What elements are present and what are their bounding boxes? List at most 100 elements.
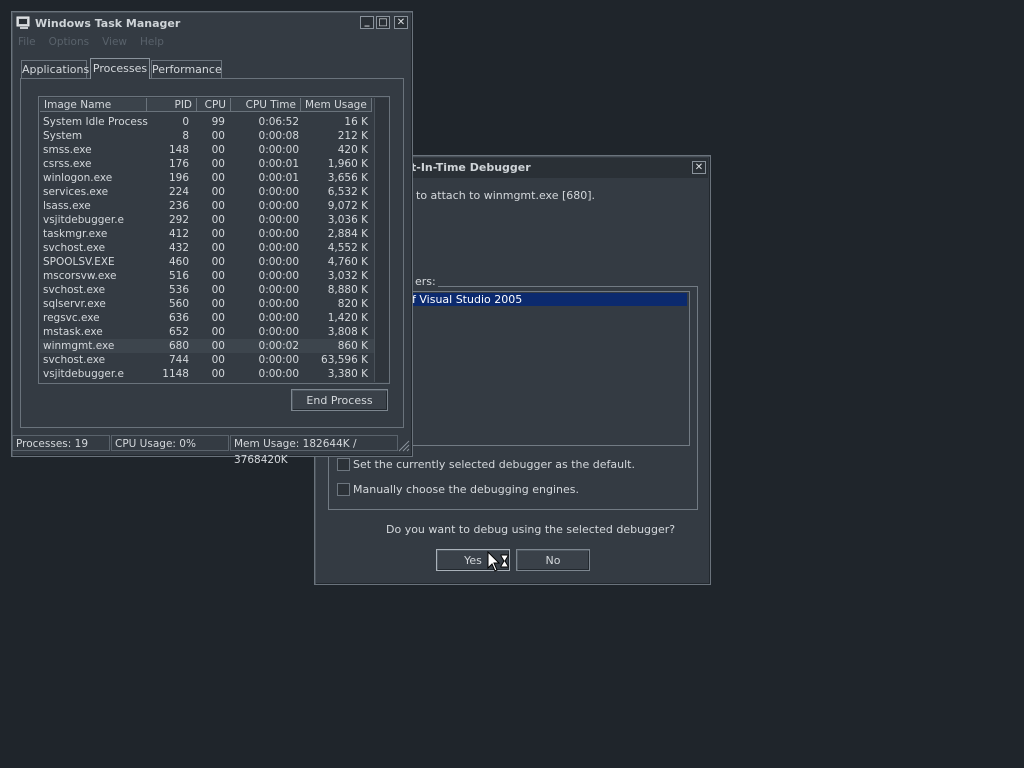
table-row[interactable]: taskmgr.exe 412 00 0:00:00 2,884 K bbox=[40, 227, 374, 241]
process-cpu: 00 bbox=[211, 284, 225, 296]
no-button[interactable]: No bbox=[516, 549, 590, 571]
size-grip-icon[interactable] bbox=[398, 440, 410, 452]
tab-applications-label: Applications bbox=[22, 63, 90, 76]
process-cpu-time: 0:00:00 bbox=[258, 326, 299, 338]
process-cpu: 00 bbox=[211, 368, 225, 380]
process-name: winmgmt.exe bbox=[43, 340, 115, 352]
process-pid: 176 bbox=[168, 158, 189, 170]
table-row[interactable]: lsass.exe 236 00 0:00:00 9,072 K bbox=[40, 199, 374, 213]
column-pid-label: PID bbox=[174, 99, 192, 111]
tab-performance-label: Performance bbox=[152, 63, 222, 76]
process-pid: 516 bbox=[168, 270, 189, 282]
table-row[interactable]: winmgmt.exe 680 00 0:00:02 860 K bbox=[40, 339, 374, 353]
process-pid: 8 bbox=[182, 130, 189, 142]
menu-options[interactable]: Options bbox=[49, 36, 90, 50]
tab-applications[interactable]: Applications bbox=[21, 60, 90, 78]
manual-engines-checkbox-label[interactable]: Manually choose the debugging engines. bbox=[353, 483, 579, 496]
table-row[interactable]: mscorsvw.exe 516 00 0:00:00 3,032 K bbox=[40, 269, 374, 283]
end-process-label: End Process bbox=[306, 393, 373, 407]
maximize-icon[interactable]: □ bbox=[376, 16, 390, 29]
process-list-scrollbar[interactable] bbox=[374, 98, 389, 382]
process-pid: 680 bbox=[168, 340, 189, 352]
process-cpu-time: 0:00:01 bbox=[258, 172, 299, 184]
process-name: lsass.exe bbox=[43, 200, 91, 212]
process-cpu: 00 bbox=[211, 312, 225, 324]
process-cpu: 00 bbox=[211, 340, 225, 352]
table-row[interactable]: svchost.exe 432 00 0:00:00 4,552 K bbox=[40, 241, 374, 255]
busy-cursor-icon bbox=[487, 551, 509, 572]
process-cpu-time: 0:00:00 bbox=[258, 284, 299, 296]
process-cpu: 00 bbox=[211, 256, 225, 268]
process-cpu-time: 0:00:08 bbox=[258, 130, 299, 142]
process-cpu: 00 bbox=[211, 144, 225, 156]
process-name: services.exe bbox=[43, 186, 109, 198]
process-pid: 224 bbox=[168, 186, 189, 198]
close-icon[interactable]: ✕ bbox=[692, 161, 706, 174]
table-row[interactable]: System 8 00 0:00:08 212 K bbox=[40, 129, 374, 143]
process-cpu-time: 0:00:00 bbox=[258, 354, 299, 366]
status-cpu-usage: CPU Usage: 0% bbox=[111, 435, 229, 451]
close-icon[interactable]: ✕ bbox=[394, 16, 408, 29]
manual-engines-checkbox[interactable] bbox=[337, 483, 350, 496]
process-list[interactable]: Image Name PID CPU CPU Time Mem Usage Sy… bbox=[38, 96, 390, 384]
task-manager-titlebar: Windows Task Manager _ □ ✕ bbox=[14, 13, 410, 33]
column-cpu-time-label: CPU Time bbox=[245, 99, 296, 111]
process-name: mscorsvw.exe bbox=[43, 270, 117, 282]
process-pid: 292 bbox=[168, 214, 189, 226]
table-row[interactable]: SPOOLSV.EXE 460 00 0:00:00 4,760 K bbox=[40, 255, 374, 269]
column-mem-usage-label: Mem Usage bbox=[305, 99, 367, 111]
process-mem-usage: 4,760 K bbox=[327, 256, 368, 268]
column-pid[interactable]: PID bbox=[147, 98, 197, 112]
process-pid: 148 bbox=[168, 144, 189, 156]
end-process-button[interactable]: End Process bbox=[291, 389, 388, 411]
menu-view[interactable]: View bbox=[102, 36, 127, 50]
process-cpu-time: 0:00:00 bbox=[258, 298, 299, 310]
set-default-checkbox[interactable] bbox=[337, 458, 350, 471]
table-row[interactable]: svchost.exe 536 00 0:00:00 8,880 K bbox=[40, 283, 374, 297]
process-pid: 236 bbox=[168, 200, 189, 212]
table-row[interactable]: regsvc.exe 636 00 0:00:00 1,420 K bbox=[40, 311, 374, 325]
process-mem-usage: 4,552 K bbox=[327, 242, 368, 254]
process-name: csrss.exe bbox=[43, 158, 92, 170]
process-cpu-time: 0:00:00 bbox=[258, 228, 299, 240]
debugger-message: to attach to winmgmt.exe [680]. bbox=[416, 189, 596, 202]
process-pid: 412 bbox=[168, 228, 189, 240]
tab-performance[interactable]: Performance bbox=[151, 60, 222, 78]
table-row[interactable]: smss.exe 148 00 0:00:00 420 K bbox=[40, 143, 374, 157]
column-cpu-time[interactable]: CPU Time bbox=[231, 98, 301, 112]
process-pid: 0 bbox=[182, 116, 189, 128]
minimize-icon[interactable]: _ bbox=[360, 16, 374, 29]
process-pid: 460 bbox=[168, 256, 189, 268]
column-cpu[interactable]: CPU bbox=[197, 98, 231, 112]
set-default-checkbox-label[interactable]: Set the currently selected debugger as t… bbox=[353, 458, 635, 471]
table-row[interactable]: mstask.exe 652 00 0:00:00 3,808 K bbox=[40, 325, 374, 339]
table-row[interactable]: vsjitdebugger.e 292 00 0:00:00 3,036 K bbox=[40, 213, 374, 227]
table-row[interactable]: svchost.exe 744 00 0:00:00 63,596 K bbox=[40, 353, 374, 367]
process-mem-usage: 3,656 K bbox=[327, 172, 368, 184]
process-pid: 560 bbox=[168, 298, 189, 310]
menu-help[interactable]: Help bbox=[140, 36, 164, 50]
process-mem-usage: 8,880 K bbox=[327, 284, 368, 296]
process-mem-usage: 9,072 K bbox=[327, 200, 368, 212]
tab-processes[interactable]: Processes bbox=[90, 58, 150, 79]
jit-debugger-title: t-In-Time Debugger bbox=[411, 161, 531, 174]
process-cpu-time: 0:00:02 bbox=[258, 340, 299, 352]
process-mem-usage: 63,596 K bbox=[321, 354, 368, 366]
menu-file[interactable]: File bbox=[18, 36, 36, 50]
process-mem-usage: 16 K bbox=[344, 116, 368, 128]
process-name: taskmgr.exe bbox=[43, 228, 108, 240]
process-name: SPOOLSV.EXE bbox=[43, 256, 115, 268]
table-row[interactable]: winlogon.exe 196 00 0:00:01 3,656 K bbox=[40, 171, 374, 185]
process-cpu: 00 bbox=[211, 242, 225, 254]
process-cpu-time: 0:00:00 bbox=[258, 256, 299, 268]
process-cpu-time: 0:06:52 bbox=[258, 116, 299, 128]
table-row[interactable]: System Idle Process 0 99 0:06:52 16 K bbox=[40, 115, 374, 129]
table-row[interactable]: sqlservr.exe 560 00 0:00:00 820 K bbox=[40, 297, 374, 311]
table-row[interactable]: services.exe 224 00 0:00:00 6,532 K bbox=[40, 185, 374, 199]
column-image-name[interactable]: Image Name bbox=[40, 98, 147, 112]
table-row[interactable]: vsjitdebugger.e 1148 00 0:00:00 3,380 K bbox=[40, 367, 374, 381]
process-name: vsjitdebugger.e bbox=[43, 214, 125, 226]
column-mem-usage[interactable]: Mem Usage bbox=[301, 98, 372, 112]
table-row[interactable]: csrss.exe 176 00 0:00:01 1,960 K bbox=[40, 157, 374, 171]
debugger-list-item-label: f Visual Studio 2005 bbox=[412, 293, 523, 306]
